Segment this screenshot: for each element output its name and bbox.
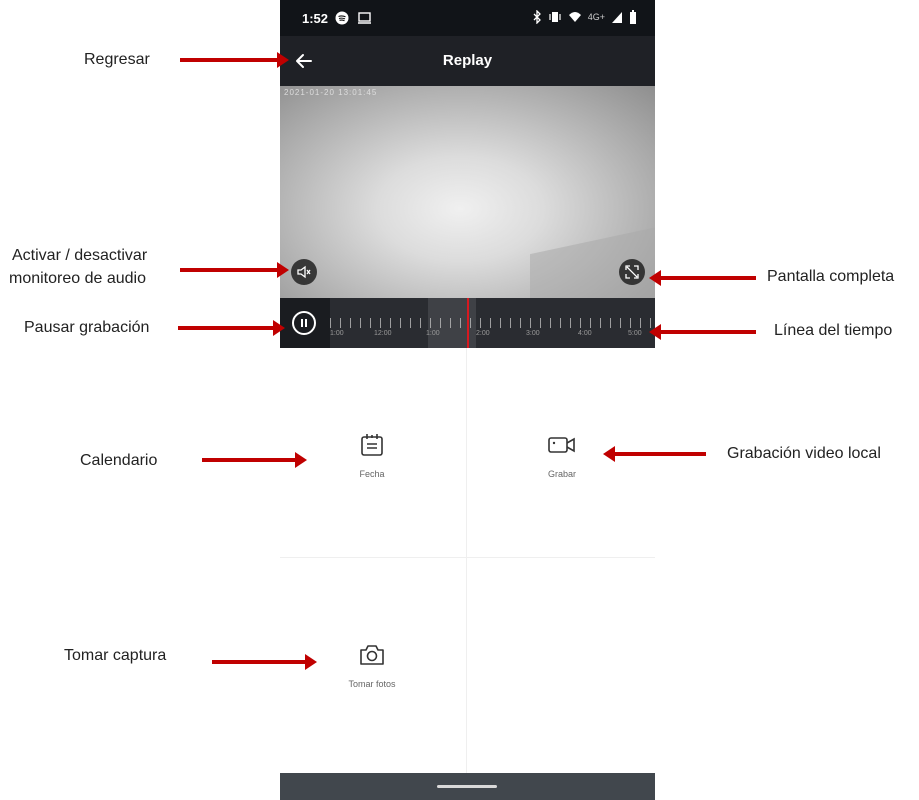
audio-toggle-button[interactable]: [291, 259, 317, 285]
wifi-icon: [568, 12, 581, 22]
annotation-arrow: [178, 320, 285, 336]
status-bar: 1:52 4G+: [280, 0, 655, 36]
annotation-audio-line2: monitoreo de audio: [9, 270, 146, 287]
page-title: Replay: [442, 52, 493, 69]
calendar-icon: [361, 434, 383, 456]
annotation-arrow: [603, 446, 706, 462]
grid-divider: [280, 557, 655, 558]
annotation-timeline: Línea del tiempo: [774, 322, 893, 339]
annotation-arrow: [649, 270, 756, 286]
home-gesture-handle[interactable]: [437, 785, 497, 788]
timeline-track[interactable]: 1:00 12:00 1:00 2:00 3:00 4:00 5:00: [330, 298, 655, 348]
annotation-arrow: [202, 452, 307, 468]
annotation-audio-line1: Activar / desactivar: [12, 247, 148, 264]
pause-button[interactable]: [292, 311, 316, 335]
timeline-label: 4:00: [578, 330, 592, 337]
network-type: 4G+: [587, 12, 605, 22]
timeline-label: 1:00: [330, 330, 344, 337]
grid-divider: [466, 348, 467, 773]
timeline-label: 2:00: [476, 330, 490, 337]
bluetooth-icon: [533, 10, 541, 24]
annotation-back: Regresar: [84, 51, 150, 68]
record-label: Grabar: [547, 469, 576, 479]
spotify-icon: [335, 11, 349, 25]
video-camera-icon: [548, 437, 575, 453]
timeline-label: 3:00: [526, 330, 540, 337]
status-time: 1:52: [302, 11, 329, 26]
fullscreen-button[interactable]: [619, 259, 645, 285]
system-nav-bar: [280, 773, 655, 800]
timeline-label: 12:00: [374, 330, 392, 337]
video-timestamp: 2021-01-20 13:01:45: [284, 88, 378, 97]
app-bar: Replay: [280, 36, 655, 86]
phone-screen: 1:52 4G+ Replay 2021-01-20 13:01:45 1:00…: [280, 0, 655, 800]
annotation-arrow: [649, 324, 756, 340]
annotation-calendar: Calendario: [80, 452, 158, 469]
date-button[interactable]: Fecha: [312, 432, 432, 479]
annotation-arrow: [180, 52, 289, 68]
vibrate-icon: [549, 12, 561, 22]
video-player[interactable]: 2021-01-20 13:01:45: [280, 86, 655, 298]
photo-label: Tomar fotos: [348, 679, 396, 689]
annotation-local-record: Grabación video local: [727, 445, 881, 462]
screen-cast-icon: [358, 12, 371, 24]
signal-icon: [612, 12, 622, 23]
date-label: Fecha: [359, 469, 385, 479]
mute-icon: [297, 265, 311, 279]
camera-icon: [360, 645, 384, 665]
annotation-snapshot: Tomar captura: [64, 647, 167, 664]
timeline-label: 1:00: [426, 330, 440, 337]
timeline-bar: 1:00 12:00 1:00 2:00 3:00 4:00 5:00: [280, 298, 655, 348]
annotation-pause: Pausar grabación: [24, 319, 150, 336]
annotation-fullscreen: Pantalla completa: [767, 268, 895, 285]
battery-icon: [630, 10, 636, 24]
timeline-ticks: [330, 318, 655, 328]
fullscreen-icon: [625, 265, 639, 279]
photo-button[interactable]: Tomar fotos: [312, 642, 432, 689]
annotation-arrow: [212, 654, 317, 670]
timeline-label: 5:00: [628, 330, 642, 337]
timeline-cursor[interactable]: [467, 298, 469, 348]
annotation-arrow: [180, 262, 289, 278]
